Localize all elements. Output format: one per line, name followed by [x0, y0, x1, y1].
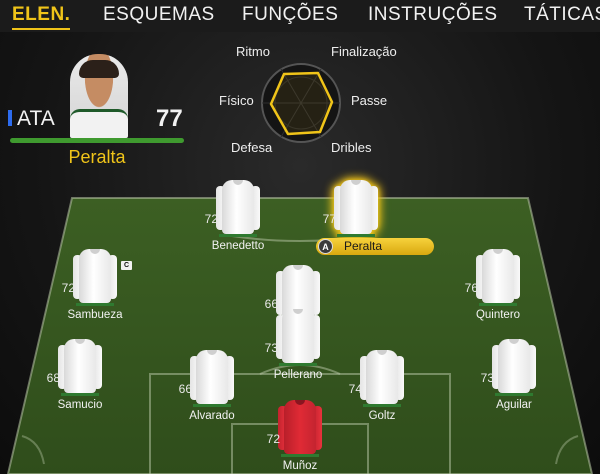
- player-kit: [58, 339, 102, 396]
- tab-funcoes[interactable]: FUNÇÕES: [242, 4, 338, 26]
- player-label: Samucio: [57, 399, 103, 411]
- player-kit: [190, 350, 234, 407]
- player-rating: 73: [264, 341, 278, 355]
- player-slot-peralta[interactable]: 77 A Peralta: [316, 180, 434, 255]
- selected-player-card: ATA 77 Peralta: [8, 50, 186, 168]
- player-label: Alvarado: [189, 410, 235, 422]
- player-label: Quintero: [475, 309, 521, 321]
- radar-label-ritmo: Ritmo: [236, 44, 270, 59]
- player-kit: [276, 309, 320, 366]
- player-kit: [492, 339, 536, 396]
- radar-label-finalizacao: Finalização: [331, 44, 397, 59]
- player-position: ATA: [17, 107, 55, 130]
- attribute-radar-chart: [261, 63, 341, 143]
- player-kit: [216, 180, 260, 237]
- tab-taticas[interactable]: TÁTICAS: [524, 4, 600, 26]
- position-marker: [8, 110, 12, 126]
- player-slot-quintero[interactable]: 76 Quintero: [465, 249, 520, 321]
- player-kit: [360, 350, 404, 407]
- player-rating: 76: [464, 281, 478, 295]
- player-rating: 66: [264, 297, 278, 311]
- selected-player-label: A Peralta: [316, 238, 434, 255]
- top-tab-bar: ELEN. ESQUEMAS FUNÇÕES INSTRUÇÕES TÁTICA…: [0, 0, 600, 32]
- radar-label-fisico: Físico: [219, 93, 254, 108]
- player-label: Benedetto: [211, 240, 265, 252]
- tab-elenco[interactable]: ELEN.: [12, 4, 70, 26]
- a-button-icon: A: [318, 239, 333, 254]
- player-label: Peralta: [344, 239, 383, 253]
- goalkeeper-kit: [278, 400, 322, 457]
- player-rating: 73: [480, 371, 494, 385]
- player-label: Aguilar: [496, 399, 532, 411]
- player-slot-munoz[interactable]: 72 Muñoz: [267, 400, 322, 472]
- player-rating: 77: [322, 212, 336, 226]
- player-slot-midfielder[interactable]: 66 ...z: [265, 265, 320, 328]
- radar-label-passe: Passe: [351, 93, 388, 108]
- player-name: Peralta: [68, 147, 126, 167]
- player-rating: 66: [178, 382, 192, 396]
- player-rating: 74: [348, 382, 362, 396]
- player-rating: 72: [204, 212, 218, 226]
- player-slot-samucio[interactable]: 68 Samucio: [47, 339, 102, 411]
- player-rating: 72: [266, 432, 280, 446]
- tab-instrucoes[interactable]: INSTRUÇÕES: [368, 4, 498, 26]
- player-slot-pellerano[interactable]: 73 Pellerano: [265, 309, 322, 381]
- player-slot-goltz[interactable]: 74 Goltz: [349, 350, 404, 422]
- player-label: Pellerano: [273, 369, 323, 381]
- captain-badge-icon: C: [121, 261, 132, 270]
- player-slot-aguilar[interactable]: 73 Aguilar: [481, 339, 536, 411]
- player-overall: 77: [156, 105, 183, 132]
- player-kit: [476, 249, 520, 306]
- player-label: Muñoz: [282, 460, 318, 472]
- player-kit-selected: [334, 180, 378, 237]
- player-slot-sambueza[interactable]: C 72 Sambueza: [62, 249, 132, 321]
- player-label: Sambueza: [67, 309, 123, 321]
- player-kit: [73, 249, 117, 306]
- active-tab-indicator: [12, 28, 70, 30]
- player-portrait: [70, 54, 128, 138]
- player-rating: 68: [46, 371, 60, 385]
- player-label: Goltz: [368, 410, 396, 422]
- player-rating-bar: [10, 138, 184, 143]
- tab-esquemas[interactable]: ESQUEMAS: [103, 4, 215, 26]
- player-slot-alvarado[interactable]: 66 Alvarado: [179, 350, 235, 422]
- player-rating: 72: [61, 281, 75, 295]
- player-slot-benedetto[interactable]: 72 Benedetto: [205, 180, 264, 252]
